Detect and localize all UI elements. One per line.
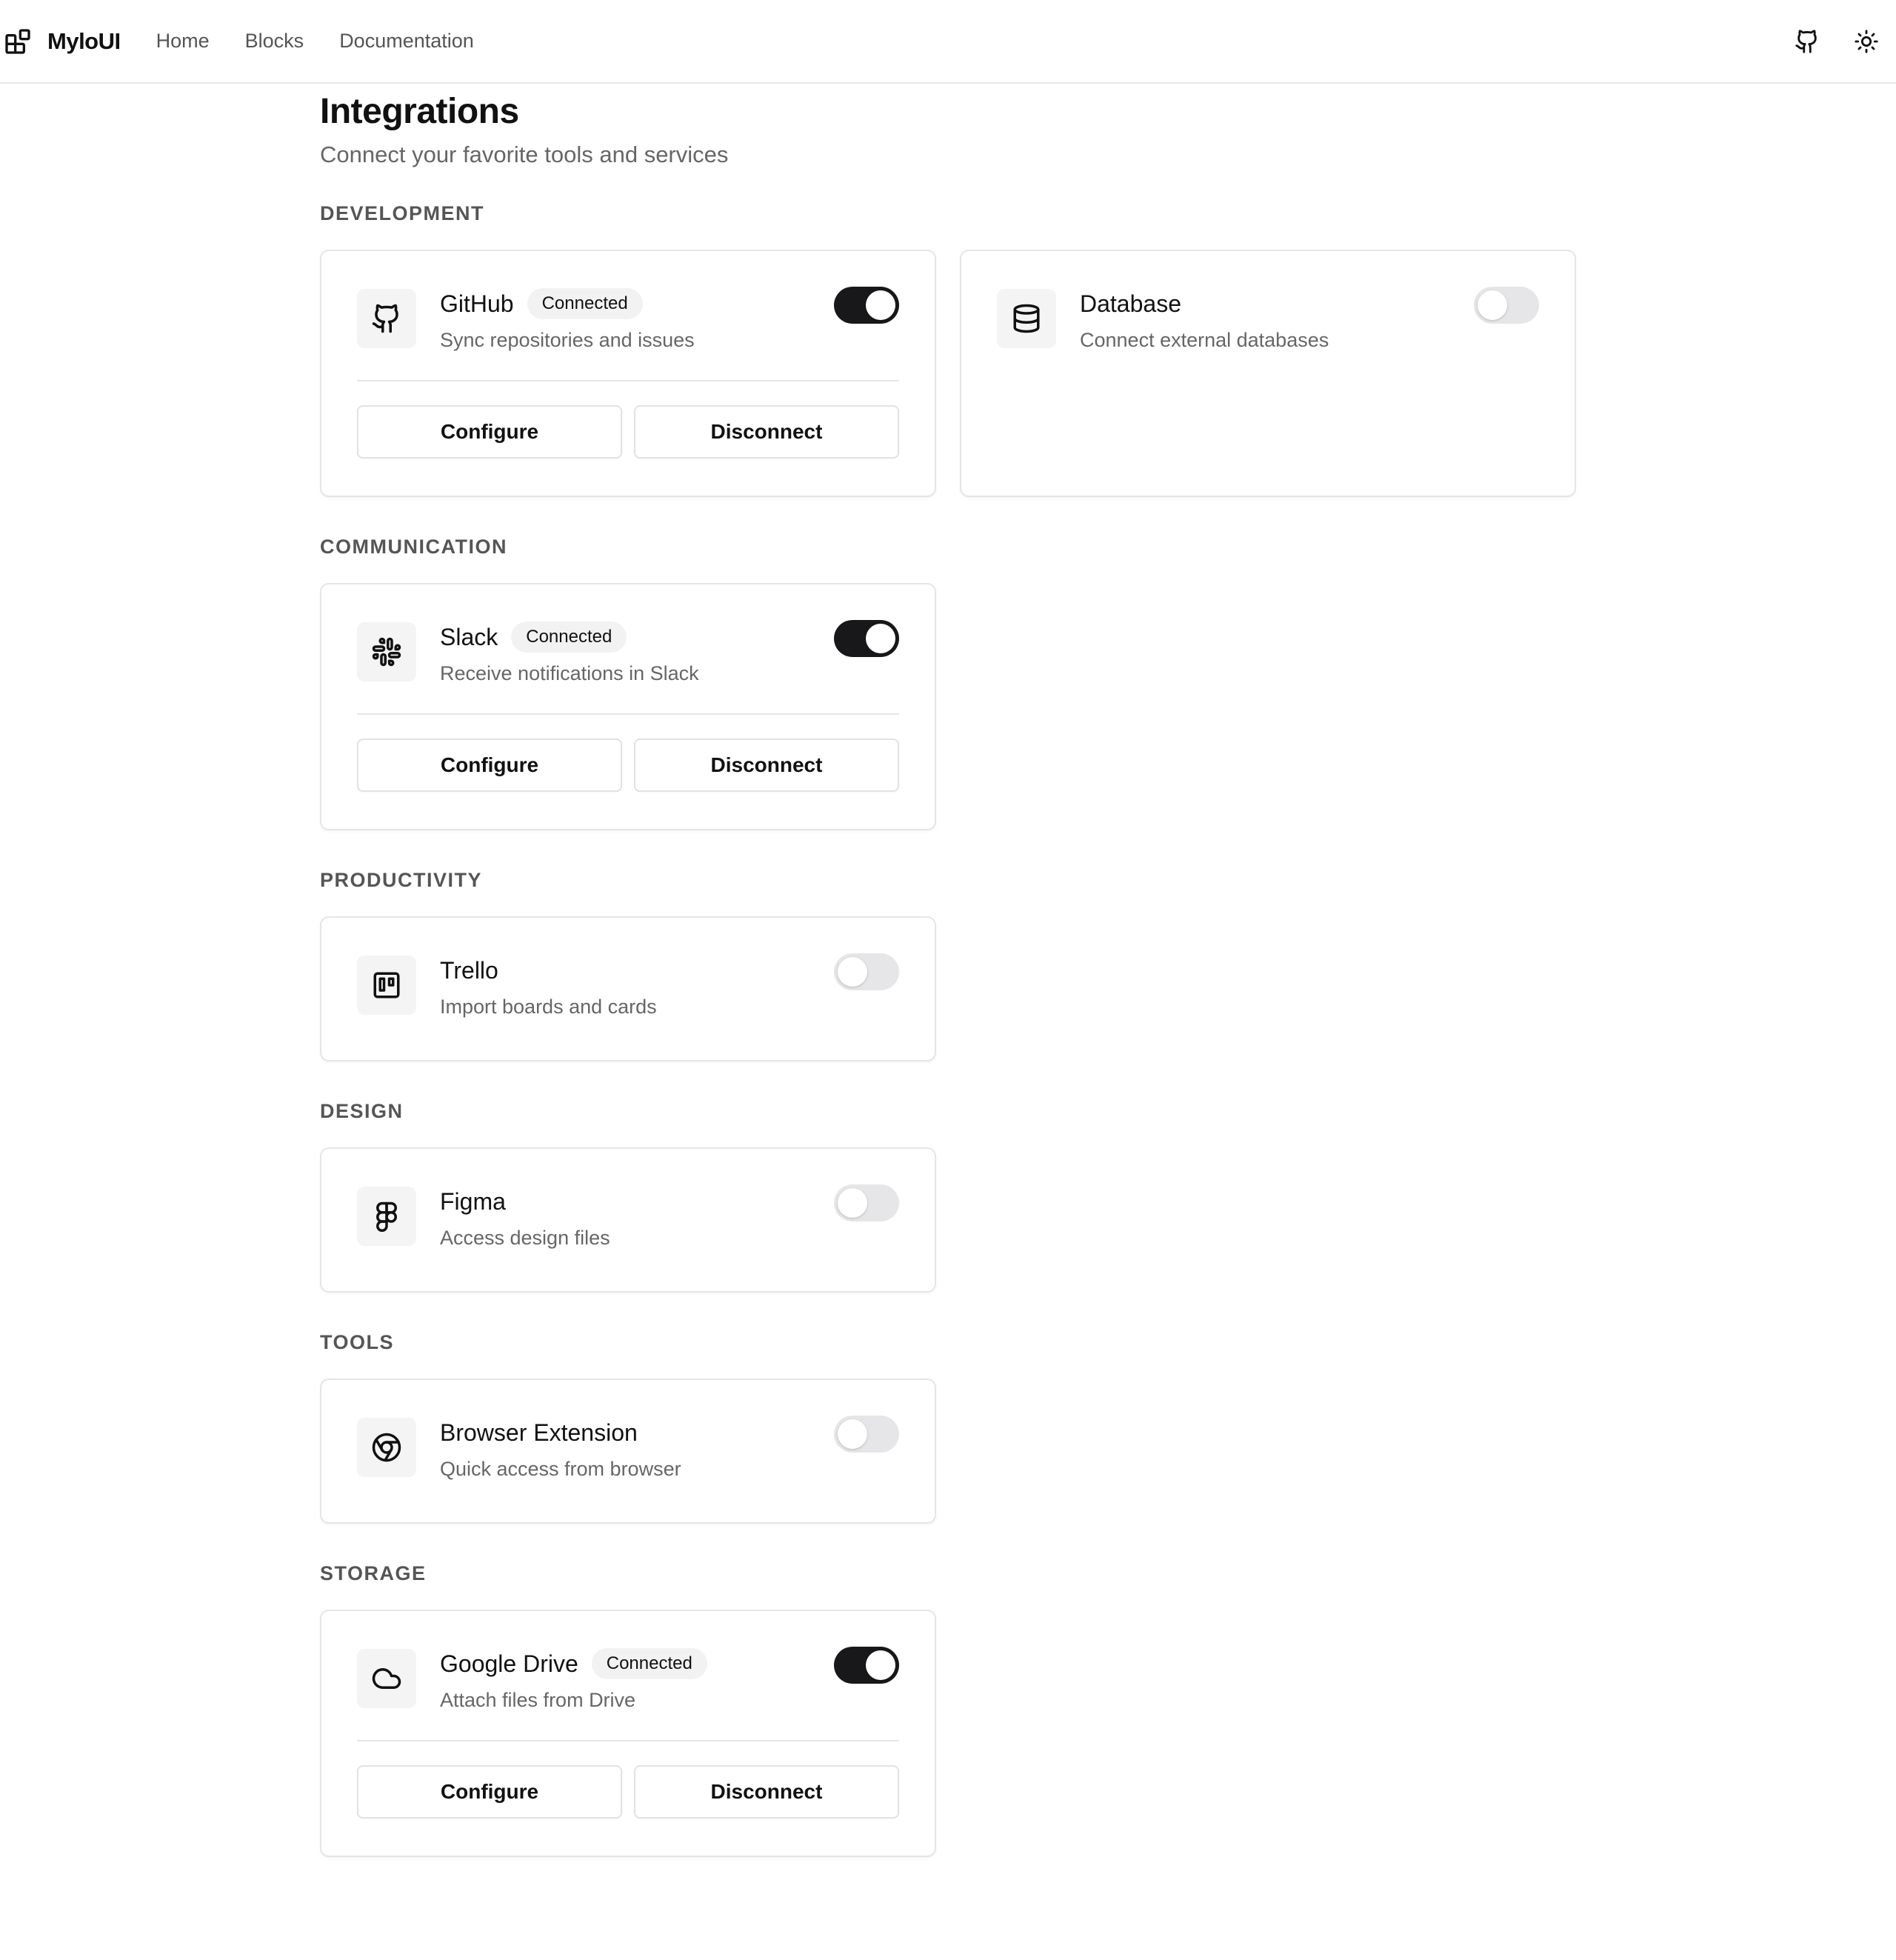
toggle-knob — [866, 1650, 895, 1680]
blocks-logo-icon — [3, 27, 33, 56]
top-nav: MyloUI Home Blocks Documentation — [0, 0, 1896, 84]
nav-link-blocks[interactable]: Blocks — [245, 30, 304, 53]
theme-toggle-button[interactable] — [1837, 12, 1896, 71]
toggle-knob — [1478, 290, 1507, 320]
toggle-knob — [838, 1419, 867, 1449]
disconnect-button[interactable]: Disconnect — [634, 739, 899, 792]
toggle-knob — [866, 290, 895, 320]
integration-card-google-drive: Google Drive Connected Attach files from… — [320, 1610, 936, 1857]
cloud-icon — [357, 1649, 416, 1708]
toggle-knob — [838, 1188, 867, 1218]
integration-card-browser-extension: Browser Extension Quick access from brow… — [320, 1379, 936, 1524]
integration-name: Slack — [440, 623, 498, 650]
integration-name: Trello — [440, 956, 498, 984]
figma-toggle[interactable] — [834, 1184, 899, 1221]
integration-description: Receive notifications in Slack — [440, 662, 699, 684]
integration-name: GitHub — [440, 290, 514, 317]
section-tools: Browser Extension Quick access from brow… — [320, 1379, 1579, 1524]
nav-links: Home Blocks Documentation — [156, 30, 474, 53]
connected-badge: Connected — [527, 288, 643, 319]
integration-description: Quick access from browser — [440, 1458, 681, 1480]
database-toggle[interactable] — [1474, 287, 1539, 324]
integration-description: Import boards and cards — [440, 996, 657, 1018]
slack-icon — [357, 622, 416, 681]
page-subtitle: Connect your favorite tools and services — [320, 141, 729, 167]
integration-name: Figma — [440, 1187, 506, 1215]
card-divider — [357, 713, 899, 715]
integration-description: Sync repositories and issues — [440, 329, 695, 351]
github-link-button[interactable] — [1778, 12, 1837, 71]
integration-card-slack: Slack Connected Receive notifications in… — [320, 583, 936, 830]
google-drive-toggle[interactable] — [834, 1647, 899, 1684]
section-label-communication: COMMUNICATION — [320, 536, 507, 558]
nav-link-home[interactable]: Home — [156, 30, 210, 53]
section-label-tools: TOOLS — [320, 1331, 395, 1353]
database-icon — [997, 289, 1056, 348]
brand-name: MyloUI — [47, 27, 121, 54]
configure-button[interactable]: Configure — [357, 739, 622, 792]
main-content: Integrations Connect your favorite tools… — [320, 84, 1579, 1857]
trello-icon — [357, 956, 416, 1015]
disconnect-button[interactable]: Disconnect — [634, 405, 899, 459]
page-title: Integrations — [320, 92, 519, 131]
section-productivity: Trello Import boards and cards — [320, 916, 1579, 1061]
section-development: GitHub Connected Sync repositories and i… — [320, 250, 1579, 497]
section-label-development: DEVELOPMENT — [320, 202, 485, 224]
nav-link-documentation[interactable]: Documentation — [339, 30, 474, 53]
section-communication: Slack Connected Receive notifications in… — [320, 583, 1579, 830]
configure-button[interactable]: Configure — [357, 405, 622, 459]
github-icon — [357, 289, 416, 348]
card-divider — [357, 1740, 899, 1741]
integration-name: Browser Extension — [440, 1419, 638, 1446]
integration-name: Database — [1080, 290, 1181, 317]
card-divider — [357, 380, 899, 381]
figma-icon — [357, 1187, 416, 1246]
chrome-icon — [357, 1418, 416, 1477]
github-toggle[interactable] — [834, 287, 899, 324]
connected-badge: Connected — [511, 621, 627, 653]
slack-toggle[interactable] — [834, 620, 899, 657]
github-icon — [1795, 29, 1817, 53]
integration-name: Google Drive — [440, 1650, 578, 1677]
disconnect-button[interactable]: Disconnect — [634, 1765, 899, 1819]
integration-description: Attach files from Drive — [440, 1689, 636, 1711]
section-storage: Google Drive Connected Attach files from… — [320, 1610, 1579, 1857]
integration-card-trello: Trello Import boards and cards — [320, 916, 936, 1061]
browser-extension-toggle[interactable] — [834, 1416, 899, 1453]
nav-actions — [1778, 0, 1896, 82]
sun-icon — [1855, 29, 1878, 53]
section-label-design: DESIGN — [320, 1100, 404, 1122]
section-label-storage: STORAGE — [320, 1562, 427, 1584]
section-design: Figma Access design files — [320, 1147, 1579, 1293]
toggle-knob — [838, 957, 867, 987]
toggle-knob — [866, 624, 895, 653]
section-label-productivity: PRODUCTIVITY — [320, 869, 483, 891]
brand[interactable]: MyloUI — [3, 27, 121, 56]
configure-button[interactable]: Configure — [357, 1765, 622, 1819]
trello-toggle[interactable] — [834, 953, 899, 990]
integration-card-github: GitHub Connected Sync repositories and i… — [320, 250, 936, 497]
integration-description: Connect external databases — [1080, 329, 1329, 351]
integration-description: Access design files — [440, 1227, 610, 1249]
integration-card-figma: Figma Access design files — [320, 1147, 936, 1293]
integration-card-database: Database Connect external databases — [960, 250, 1576, 497]
connected-badge: Connected — [591, 1648, 707, 1679]
